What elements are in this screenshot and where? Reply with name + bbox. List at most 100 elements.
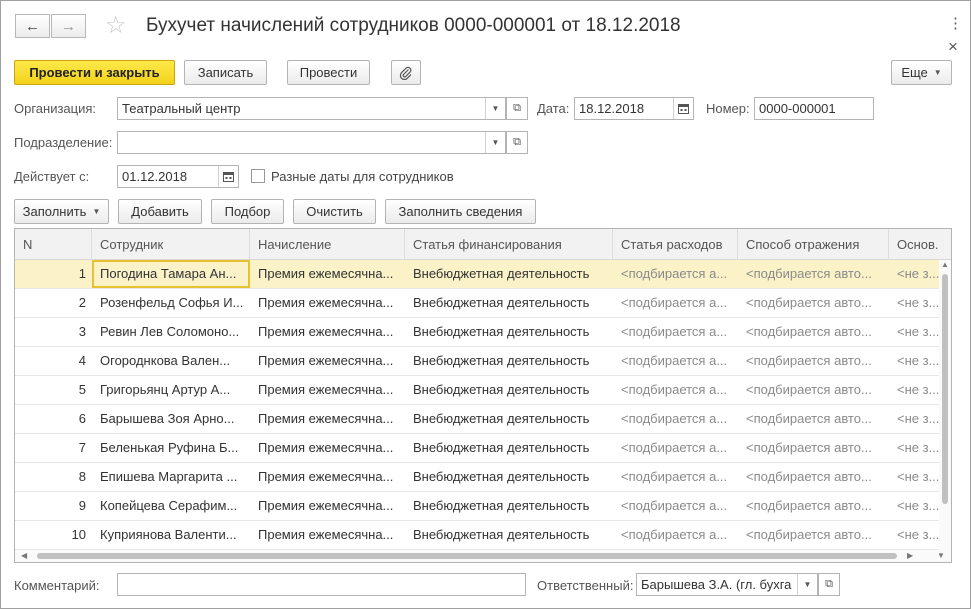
table-row[interactable]: 9 Копейцева Серафим... Премия ежемесячна..…	[15, 492, 939, 521]
basis-cell[interactable]: <не з...	[889, 289, 939, 317]
fill-info-button[interactable]: Заполнить сведения	[385, 199, 536, 224]
open-department-button[interactable]: ⧉	[506, 131, 528, 154]
basis-cell[interactable]: <не з...	[889, 405, 939, 433]
more-vertical-icon[interactable]: ⋮	[948, 14, 963, 32]
funding-cell[interactable]: Внебюджетная деятельность	[405, 492, 613, 520]
column-header[interactable]: Статья расходов	[613, 229, 738, 260]
method-cell[interactable]: <подбирается авто...	[738, 434, 889, 462]
forward-button[interactable]: →	[51, 14, 86, 38]
expense-cell[interactable]: <подбирается а...	[613, 318, 738, 346]
scroll-left-icon[interactable]: ◀	[21, 551, 27, 560]
calendar-icon[interactable]	[218, 166, 238, 187]
employee-cell[interactable]: Розенфельд Софья И...	[92, 289, 250, 317]
column-header[interactable]: Сотрудник	[92, 229, 250, 260]
employee-cell[interactable]: Куприянова Валенти...	[92, 521, 250, 549]
method-cell[interactable]: <подбирается авто...	[738, 405, 889, 433]
row-number[interactable]: 2	[15, 289, 92, 317]
table-row[interactable]: 7 Беленькая Руфина Б... Премия ежемесячна.…	[15, 434, 939, 463]
number-field[interactable]: 0000-000001	[754, 97, 874, 120]
funding-cell[interactable]: Внебюджетная деятельность	[405, 405, 613, 433]
funding-cell[interactable]: Внебюджетная деятельность	[405, 289, 613, 317]
funding-cell[interactable]: Внебюджетная деятельность	[405, 260, 613, 288]
row-number[interactable]: 3	[15, 318, 92, 346]
expense-cell[interactable]: <подбирается а...	[613, 521, 738, 549]
table-row[interactable]: 1 Погодина Тамара Ан... Премия ежемесячна.…	[15, 260, 939, 289]
valid-from-field[interactable]: 01.12.2018	[117, 165, 239, 188]
employee-cell[interactable]: Григорьянц Артур А...	[92, 376, 250, 404]
dropdown-arrow-icon[interactable]: ▼	[485, 98, 505, 119]
organization-field[interactable]: Театральный центр ▼	[117, 97, 506, 120]
fill-button[interactable]: Заполнить ▼	[14, 199, 109, 224]
save-button[interactable]: Записать	[184, 60, 267, 85]
basis-cell[interactable]: <не з...	[889, 463, 939, 491]
method-cell[interactable]: <подбирается авто...	[738, 289, 889, 317]
row-number[interactable]: 1	[15, 260, 92, 288]
accrual-cell[interactable]: Премия ежемесячна...	[250, 492, 405, 520]
row-number[interactable]: 4	[15, 347, 92, 375]
back-button[interactable]: ←	[15, 14, 50, 38]
basis-cell[interactable]: <не з...	[889, 521, 939, 549]
column-header[interactable]: Статья финансирования	[405, 229, 613, 260]
employee-cell[interactable]: Епишева Маргарита ...	[92, 463, 250, 491]
different-dates-checkbox[interactable]	[251, 169, 265, 183]
basis-cell[interactable]: <не з...	[889, 434, 939, 462]
column-header[interactable]: Основ...	[889, 229, 939, 260]
basis-cell[interactable]: <не з...	[889, 492, 939, 520]
employee-cell[interactable]: Беленькая Руфина Б...	[92, 434, 250, 462]
basis-cell[interactable]: <не з...	[889, 318, 939, 346]
accrual-cell[interactable]: Премия ежемесячна...	[250, 347, 405, 375]
post-button[interactable]: Провести	[287, 60, 370, 85]
table-row[interactable]: 6 Барышева Зоя Арно... Премия ежемесячна..…	[15, 405, 939, 434]
more-button[interactable]: Еще ▼	[891, 60, 952, 85]
clear-button[interactable]: Очистить	[293, 199, 376, 224]
table-row[interactable]: 8 Епишева Маргарита ... Премия ежемесячна.…	[15, 463, 939, 492]
favorite-star-icon[interactable]: ☆	[105, 14, 127, 38]
funding-cell[interactable]: Внебюджетная деятельность	[405, 376, 613, 404]
funding-cell[interactable]: Внебюджетная деятельность	[405, 318, 613, 346]
accrual-cell[interactable]: Премия ежемесячна...	[250, 289, 405, 317]
row-number[interactable]: 6	[15, 405, 92, 433]
funding-cell[interactable]: Внебюджетная деятельность	[405, 463, 613, 491]
method-cell[interactable]: <подбирается авто...	[738, 260, 889, 288]
method-cell[interactable]: <подбирается авто...	[738, 318, 889, 346]
accrual-cell[interactable]: Премия ежемесячна...	[250, 260, 405, 288]
vertical-scrollbar[interactable]: ▲	[939, 260, 951, 552]
row-number[interactable]: 8	[15, 463, 92, 491]
expense-cell[interactable]: <подбирается а...	[613, 347, 738, 375]
table-row[interactable]: 4 Огороднкова Вален... Премия ежемесячна..…	[15, 347, 939, 376]
column-header[interactable]: Начисление	[250, 229, 405, 260]
horizontal-scroll-thumb[interactable]	[37, 553, 897, 559]
date-field[interactable]: 18.12.2018	[574, 97, 694, 120]
dropdown-arrow-icon[interactable]: ▼	[485, 132, 505, 153]
employee-cell[interactable]: Копейцева Серафим...	[92, 492, 250, 520]
table-row[interactable]: 3 Ревин Лев Соломоно... Премия ежемесячна.…	[15, 318, 939, 347]
add-button[interactable]: Добавить	[118, 199, 202, 224]
employee-cell[interactable]: Огороднкова Вален...	[92, 347, 250, 375]
accrual-cell[interactable]: Премия ежемесячна...	[250, 376, 405, 404]
basis-cell[interactable]: <не з...	[889, 260, 939, 288]
accrual-cell[interactable]: Премия ежемесячна...	[250, 521, 405, 549]
table-row[interactable]: 5 Григорьянц Артур А... Премия ежемесячна.…	[15, 376, 939, 405]
row-number[interactable]: 7	[15, 434, 92, 462]
scroll-down-icon[interactable]: ▼	[937, 551, 945, 560]
funding-cell[interactable]: Внебюджетная деятельность	[405, 347, 613, 375]
employees-table[interactable]: N Сотрудник Начисление Статья финансиров…	[14, 228, 952, 563]
method-cell[interactable]: <подбирается авто...	[738, 463, 889, 491]
open-organization-button[interactable]: ⧉	[506, 97, 528, 120]
basis-cell[interactable]: <не з...	[889, 347, 939, 375]
employee-cell[interactable]: Погодина Тамара Ан...	[92, 260, 250, 288]
accrual-cell[interactable]: Премия ежемесячна...	[250, 405, 405, 433]
method-cell[interactable]: <подбирается авто...	[738, 492, 889, 520]
accrual-cell[interactable]: Премия ежемесячна...	[250, 318, 405, 346]
calendar-icon[interactable]	[673, 98, 693, 119]
expense-cell[interactable]: <подбирается а...	[613, 260, 738, 288]
row-number[interactable]: 9	[15, 492, 92, 520]
accrual-cell[interactable]: Премия ежемесячна...	[250, 463, 405, 491]
accrual-cell[interactable]: Премия ежемесячна...	[250, 434, 405, 462]
method-cell[interactable]: <подбирается авто...	[738, 376, 889, 404]
open-responsible-button[interactable]: ⧉	[818, 573, 840, 596]
basis-cell[interactable]: <не з...	[889, 376, 939, 404]
column-header[interactable]: Способ отражения	[738, 229, 889, 260]
expense-cell[interactable]: <подбирается а...	[613, 405, 738, 433]
comment-field[interactable]	[117, 573, 526, 596]
